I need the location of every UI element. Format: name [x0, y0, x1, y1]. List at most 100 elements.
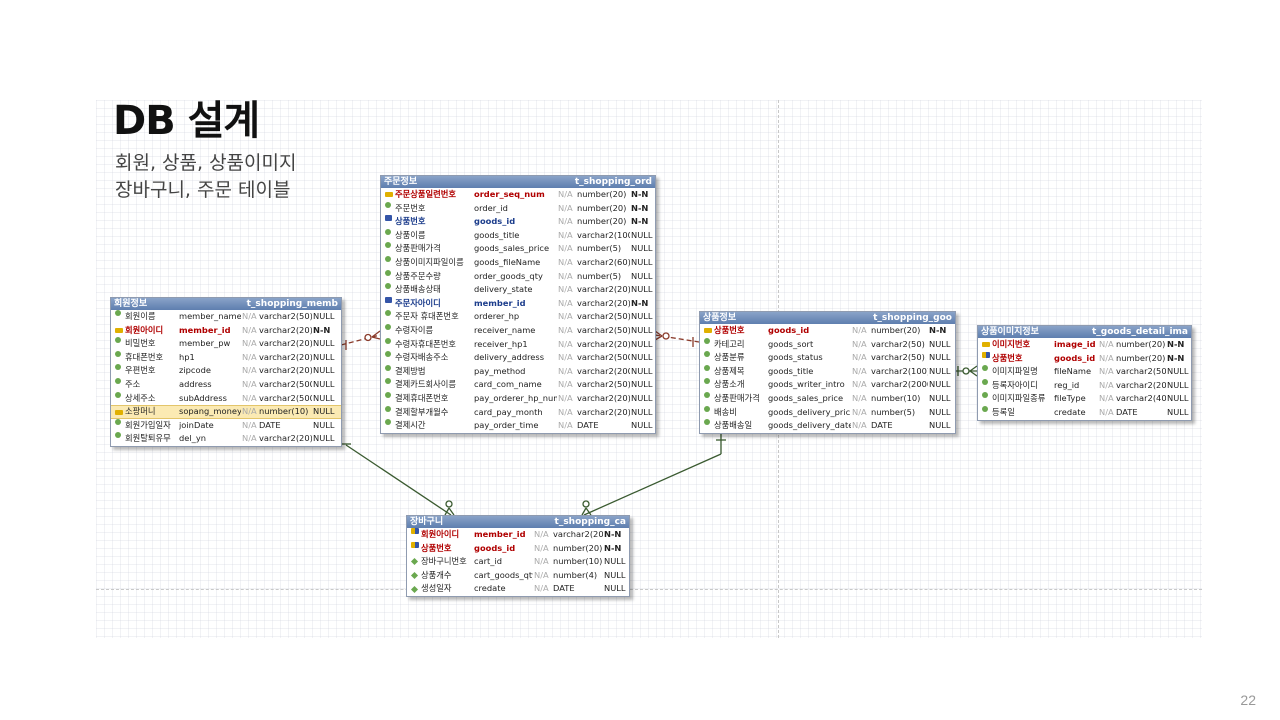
- column-korean-name: 수령자이름: [395, 324, 434, 335]
- column-icon: [385, 310, 391, 317]
- column-domain: N/A: [534, 569, 549, 580]
- column-domain: N/A: [852, 352, 867, 363]
- column-english-name: goods_sales_price: [768, 392, 844, 403]
- column-domain: N/A: [534, 542, 549, 553]
- subtitle-line-2: 장바구니, 주문 테이블: [115, 179, 291, 201]
- column-english-name: goods_delivery_date: [768, 420, 851, 431]
- column-nullable: NULL: [313, 392, 335, 403]
- table-row[interactable]: 회원아이디 member_id N/A varchar2(20) N-N: [407, 528, 629, 542]
- column-english-name: orderer_hp: [474, 311, 520, 322]
- table-row[interactable]: 휴대폰번호 hp1 N/A varchar2(20) NULL: [111, 350, 341, 365]
- column-type: varchar2(20): [577, 392, 630, 403]
- table-row[interactable]: 상품판매가격 goods_sales_price N/A number(5) NULL: [381, 242, 655, 256]
- column-icon: [982, 378, 988, 385]
- table-row[interactable]: 상품번호 goods_id N/A number(20) N-N: [700, 324, 955, 338]
- table-row[interactable]: 주문번호 order_id N/A number(20) N-N: [381, 201, 655, 216]
- table-goods-image[interactable]: 상품이미지정보 t_goods_detail_ima 이미지번호 image_id…: [977, 325, 1192, 421]
- column-english-name: goods_delivery_pric: [768, 406, 851, 417]
- column-english-name: goods_writer_intro: [768, 379, 845, 390]
- table-goods[interactable]: 상품정보 t_shopping_goo 상품번호 goods_id N/A numbe…: [699, 311, 956, 434]
- table-row[interactable]: 상품소개 goods_writer_intro N/A varchar2(2000)N…: [700, 378, 955, 392]
- table-rows: 회원아이디 member_id N/A varchar2(20) N-N 상품번호 good…: [407, 528, 629, 596]
- table-row[interactable]: 상품번호 goods_id N/A number(20) N-N: [978, 351, 1191, 366]
- column-icon: [704, 419, 710, 426]
- table-row[interactable]: 결제시간 pay_order_time N/A DATE NULL: [381, 419, 655, 433]
- column-domain: N/A: [558, 256, 573, 267]
- column-domain: N/A: [242, 392, 257, 403]
- column-english-name: receiver_name: [474, 324, 536, 335]
- table-row[interactable]: 상품번호 goods_id N/A number(20) N-N: [407, 541, 629, 556]
- column-domain: N/A: [558, 189, 573, 199]
- table-english-name: t_shopping_goo: [873, 313, 952, 323]
- table-row[interactable]: 카테고리 goods_sort N/A varchar2(50) NULL: [700, 337, 955, 352]
- column-icon: [704, 364, 710, 371]
- column-english-name: goods_id: [768, 325, 810, 335]
- column-korean-name: 결제할부개월수: [395, 406, 449, 417]
- table-row[interactable]: 소팡머니 sopang_money N/A number(10) NULL: [111, 405, 341, 419]
- table-row[interactable]: 등록자아이디 reg_id N/A varchar2(20) NULL: [978, 378, 1191, 393]
- table-row[interactable]: 주소 address N/Avarchar2(500)NULL: [111, 377, 341, 392]
- table-row[interactable]: 결제방법 pay_method N/A varchar2(200)NULL: [381, 364, 655, 379]
- column-nullable: NULL: [631, 243, 653, 254]
- primary-key-icon: [982, 342, 990, 348]
- table-row[interactable]: 이미지번호 image_id N/A number(20) N-N: [978, 338, 1191, 352]
- table-row[interactable]: 상품개수 cart_goods_qty N/A number(4) NULL: [407, 569, 629, 583]
- table-member[interactable]: 회원정보 t_shopping_memb 회원이름 member_name N/A v…: [110, 297, 342, 447]
- column-icon: [115, 364, 121, 371]
- column-nullable: NULL: [604, 569, 626, 580]
- column-domain: N/A: [242, 324, 257, 335]
- table-row[interactable]: 이미지파일명 fileName N/A varchar2(50) NULL: [978, 365, 1191, 379]
- table-row[interactable]: 우편번호 zipcode N/A varchar2(20) NULL: [111, 364, 341, 378]
- primary-key-icon: [115, 410, 123, 416]
- column-type: varchar2(200): [577, 365, 630, 376]
- table-row[interactable]: 상품이름 goods_title N/A varchar2(100)NULL: [381, 228, 655, 243]
- column-icon: [385, 201, 391, 208]
- table-row[interactable]: 장바구니번호 cart_id N/A number(10) NULL: [407, 555, 629, 569]
- table-row[interactable]: 결제할부개월수 card_pay_month N/A varchar2(20) NULL: [381, 405, 655, 420]
- table-row[interactable]: 배송비 goods_delivery_pric N/A number(5) NULL: [700, 405, 955, 420]
- table-row[interactable]: 수령자배송주소 delivery_address N/A varchar2(500)N…: [381, 351, 655, 365]
- primary-key-icon: [385, 192, 393, 198]
- column-english-name: del_yn: [179, 433, 206, 444]
- column-type: varchar2(50): [577, 379, 630, 390]
- table-row[interactable]: 상세주소 subAddress N/Avarchar2(500)NULL: [111, 391, 341, 406]
- table-row[interactable]: 생성일자 credate N/A DATE NULL: [407, 582, 629, 596]
- table-row[interactable]: 회원가입일자 joinDate N/A DATE NULL: [111, 418, 341, 433]
- table-row[interactable]: 상품제목 goods_title N/A varchar2(100) NULL: [700, 364, 955, 379]
- column-nullable: NULL: [631, 324, 653, 335]
- table-row[interactable]: 결제카드회사이름 card_com_name N/A varchar2(50) NULL: [381, 378, 655, 392]
- table-cart[interactable]: 장바구니 t_shopping_ca 회원아이디 member_id N/A varc…: [406, 515, 630, 597]
- table-row[interactable]: 등록일 credate N/A DATE NULL: [978, 405, 1191, 420]
- table-order[interactable]: 주문정보 t_shopping_ord 주문상품일련번호 order_seq_nu…: [380, 175, 656, 434]
- column-english-name: goods_title: [474, 229, 520, 240]
- table-row[interactable]: 이미지파일종류 fileType N/A varchar2(40) NULL: [978, 392, 1191, 406]
- table-row[interactable]: 상품배송일 goods_delivery_date N/A DATE NULL: [700, 419, 955, 433]
- table-row[interactable]: 회원아이디 member_id N/A varchar2(20) N-N: [111, 324, 341, 338]
- table-row[interactable]: 상품이미지파일이름 goods_fileName N/A varchar2(60) NU…: [381, 255, 655, 270]
- table-row[interactable]: 회원이름 member_name N/A varchar2(50) NULL: [111, 310, 341, 324]
- table-row[interactable]: 상품판매가격 goods_sales_price N/A number(10) NULL: [700, 391, 955, 406]
- column-type: varchar2(50): [871, 338, 925, 349]
- table-row[interactable]: 상품주문수량 order_goods_qty N/A number(5) NULL: [381, 269, 655, 284]
- table-rows: 주문상품일련번호 order_seq_num N/A number(20) N-N 주문번…: [381, 188, 655, 433]
- table-row[interactable]: 상품분류 goods_status N/A varchar2(50) NULL: [700, 351, 955, 365]
- column-nullable: N-N: [929, 325, 947, 335]
- table-row[interactable]: 주문상품일련번호 order_seq_num N/A number(20) N-N: [381, 188, 655, 202]
- page-number: 22: [1240, 692, 1256, 708]
- column-domain: N/A: [242, 419, 257, 430]
- column-domain: N/A: [558, 202, 573, 213]
- column-icon: [385, 391, 391, 398]
- table-english-name: t_shopping_ca: [554, 517, 626, 527]
- column-type: varchar2(40): [1116, 393, 1166, 404]
- table-row[interactable]: 비밀번호 member_pw N/A varchar2(20) NULL: [111, 337, 341, 351]
- table-row[interactable]: 결제휴대폰번호 pay_orderer_hp_num N/A varchar2(20)…: [381, 391, 655, 406]
- column-domain: N/A: [852, 406, 867, 417]
- table-row[interactable]: 주문자아이디 member_id N/A varchar2(20) N-N: [381, 296, 655, 311]
- table-row[interactable]: 수령자휴대폰번호 receiver_hp1 N/A varchar2(20) NULL: [381, 337, 655, 352]
- table-row[interactable]: 상품번호 goods_id N/A number(20) N-N: [381, 215, 655, 229]
- table-row[interactable]: 주문자 휴대폰번호 orderer_hp N/A varchar2(50) NULL: [381, 310, 655, 324]
- table-row[interactable]: 상품배송상태 delivery_state N/A varchar2(20) NULL: [381, 283, 655, 297]
- table-row[interactable]: 회원탈퇴유무 del_yn N/A varchar2(20) NULL: [111, 432, 341, 446]
- column-korean-name: 상품이름: [395, 229, 426, 240]
- table-row[interactable]: 수령자이름 receiver_name N/A varchar2(50) NULL: [381, 323, 655, 338]
